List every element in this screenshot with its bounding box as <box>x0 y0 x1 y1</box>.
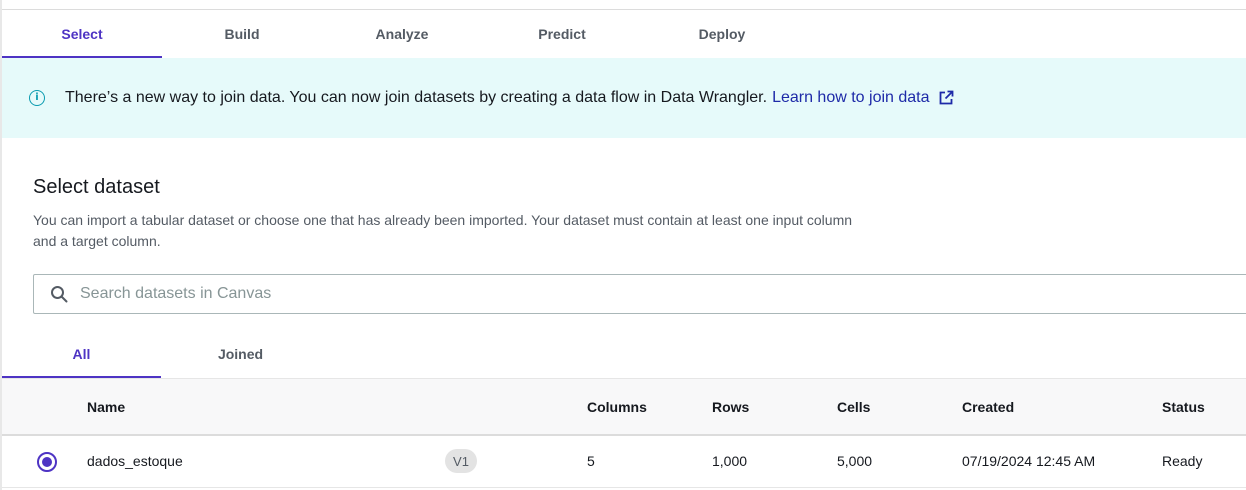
tab-predict[interactable]: Predict <box>482 10 642 58</box>
step-tabs: Select Build Analyze Predict Deploy <box>2 10 802 58</box>
banner-text: There’s a new way to join data. You can … <box>65 89 768 106</box>
canvas-select-page: Select Build Analyze Predict Deploy i Th… <box>0 0 1246 490</box>
version-cell: V1 <box>445 436 477 486</box>
column-header-status[interactable]: Status <box>1162 379 1205 435</box>
table-row[interactable]: dados_estoque V1 5 1,000 5,000 07/19/202… <box>2 436 1246 488</box>
tab-build[interactable]: Build <box>162 10 322 58</box>
tab-analyze[interactable]: Analyze <box>322 10 482 58</box>
dataset-filter-tabs: All Joined <box>2 330 320 378</box>
page-description: You can import a tabular dataset or choo… <box>33 212 853 249</box>
dataset-search[interactable] <box>33 274 1246 314</box>
external-link-icon[interactable] <box>938 90 954 106</box>
dataset-name: dados_estoque <box>87 453 183 469</box>
radio-selected-dot <box>42 457 52 467</box>
search-input[interactable] <box>80 285 680 303</box>
tab-deploy[interactable]: Deploy <box>642 10 802 58</box>
info-banner: i There’s a new way to join data. You ca… <box>2 58 1246 138</box>
search-icon <box>49 284 69 304</box>
tab-joined[interactable]: Joined <box>161 330 320 378</box>
cells-count: 5,000 <box>837 453 873 469</box>
column-header-name[interactable]: Name <box>87 379 125 435</box>
column-header-created[interactable]: Created <box>962 379 1014 435</box>
created-date: 07/19/2024 12:45 AM <box>962 453 1096 469</box>
row-select-radio[interactable] <box>37 452 57 472</box>
tab-select[interactable]: Select <box>2 10 162 58</box>
columns-count: 5 <box>587 453 595 469</box>
info-icon: i <box>29 90 45 106</box>
status-text: Ready <box>1162 453 1203 469</box>
table-header: Name Columns Rows Cells Created Status <box>2 378 1246 436</box>
tab-all[interactable]: All <box>2 330 161 378</box>
column-header-columns[interactable]: Columns <box>587 379 647 435</box>
learn-join-link[interactable]: Learn how to join data <box>772 89 929 107</box>
version-badge: V1 <box>445 449 477 473</box>
column-header-cells[interactable]: Cells <box>837 379 870 435</box>
column-header-rows[interactable]: Rows <box>712 379 749 435</box>
page-title: Select dataset <box>33 176 160 198</box>
rows-count: 1,000 <box>712 453 748 469</box>
